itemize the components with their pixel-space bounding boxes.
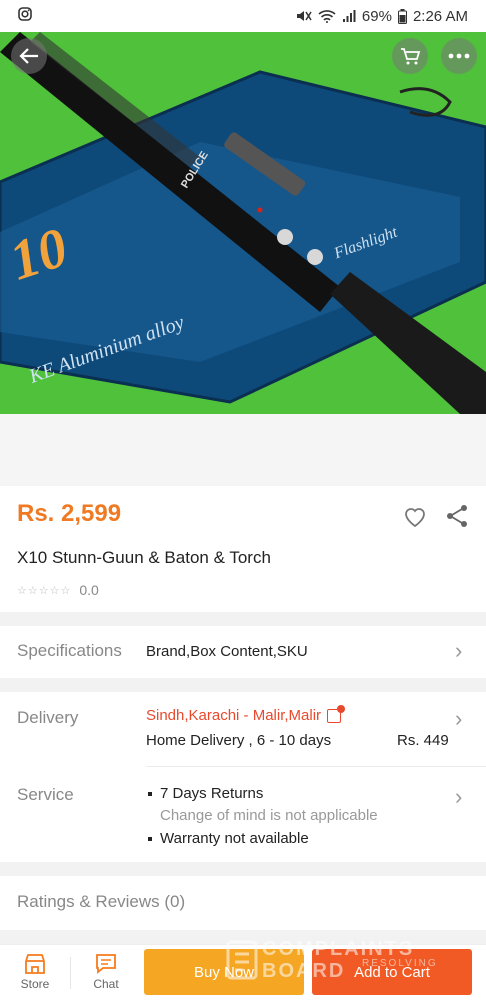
- divider: [70, 957, 71, 989]
- image-pager-area: [0, 414, 486, 486]
- rating-row: ☆☆☆☆☆ 0.0: [17, 582, 99, 598]
- service-label: Service: [17, 785, 74, 804]
- delivery-chevron-icon[interactable]: ›: [455, 706, 462, 732]
- chat-tab[interactable]: Chat: [76, 953, 136, 991]
- delivery-service-card: Delivery Sindh,Karachi - Malir,Malir Hom…: [0, 692, 486, 862]
- back-button[interactable]: [11, 38, 47, 74]
- rating-stars: ☆☆☆☆☆: [17, 584, 72, 597]
- product-image[interactable]: 10 KE Aluminium alloy Flashlight POLICE: [0, 32, 486, 414]
- store-icon: [25, 954, 45, 974]
- clock: 2:26 AM: [412, 7, 468, 25]
- chevron-right-icon: ›: [455, 638, 463, 663]
- delivery-method: Home Delivery , 6 - 10 days: [146, 732, 332, 749]
- more-options-button[interactable]: [441, 38, 477, 74]
- location-edit-icon: [327, 704, 346, 723]
- battery-percent: 69%: [361, 7, 392, 25]
- service-item: Warranty not available: [148, 830, 378, 847]
- mute-icon: [296, 11, 312, 21]
- signal-icon: [342, 10, 356, 22]
- cart-icon: [401, 48, 421, 65]
- status-bar: 69% 2:26 AM: [0, 0, 486, 32]
- specifications-value: Brand,Box Content,SKU: [146, 643, 308, 660]
- wifi-icon: [318, 10, 336, 23]
- service-item-note: Change of mind is not applicable: [160, 807, 378, 824]
- heart-icon[interactable]: [403, 506, 427, 528]
- chat-icon: [96, 954, 116, 974]
- cart-button[interactable]: [392, 38, 428, 74]
- product-price: Rs. 2,599: [17, 500, 122, 527]
- ratings-reviews-row[interactable]: Ratings & Reviews (0): [0, 876, 486, 930]
- buy-now-button[interactable]: Buy Now: [144, 949, 304, 995]
- ratings-reviews-label: Ratings & Reviews (0): [17, 892, 186, 911]
- share-icon[interactable]: [445, 504, 469, 528]
- battery-icon: [397, 8, 407, 24]
- bottom-action-bar: Store Chat Buy Now Add to Cart: [0, 944, 486, 1000]
- product-title: X10 Stunn-Guun & Baton & Torch: [17, 548, 271, 567]
- arrow-left-icon: [19, 48, 38, 64]
- store-label: Store: [20, 977, 50, 991]
- service-chevron-icon[interactable]: ›: [455, 784, 462, 810]
- chat-label: Chat: [93, 977, 119, 991]
- service-item: 7 Days Returns: [148, 785, 378, 802]
- instagram-icon: [18, 7, 32, 21]
- service-list: 7 Days Returns Change of mind is not app…: [148, 785, 378, 847]
- product-summary: Rs. 2,599 X10 Stunn-Guun & Baton & Torch…: [0, 486, 486, 612]
- ellipsis-icon: [448, 53, 470, 59]
- rating-value: 0.0: [79, 582, 99, 598]
- add-to-cart-button[interactable]: Add to Cart: [312, 949, 472, 995]
- divider: [146, 766, 486, 767]
- store-tab[interactable]: Store: [5, 953, 65, 991]
- delivery-fee: Rs. 449: [397, 732, 449, 749]
- delivery-location[interactable]: Sindh,Karachi - Malir,Malir: [146, 704, 346, 724]
- specifications-label: Specifications: [17, 641, 122, 660]
- specifications-row[interactable]: Specifications Brand,Box Content,SKU ›: [0, 626, 486, 678]
- delivery-location-text: Sindh,Karachi - Malir,Malir: [146, 707, 322, 724]
- delivery-label: Delivery: [17, 708, 79, 727]
